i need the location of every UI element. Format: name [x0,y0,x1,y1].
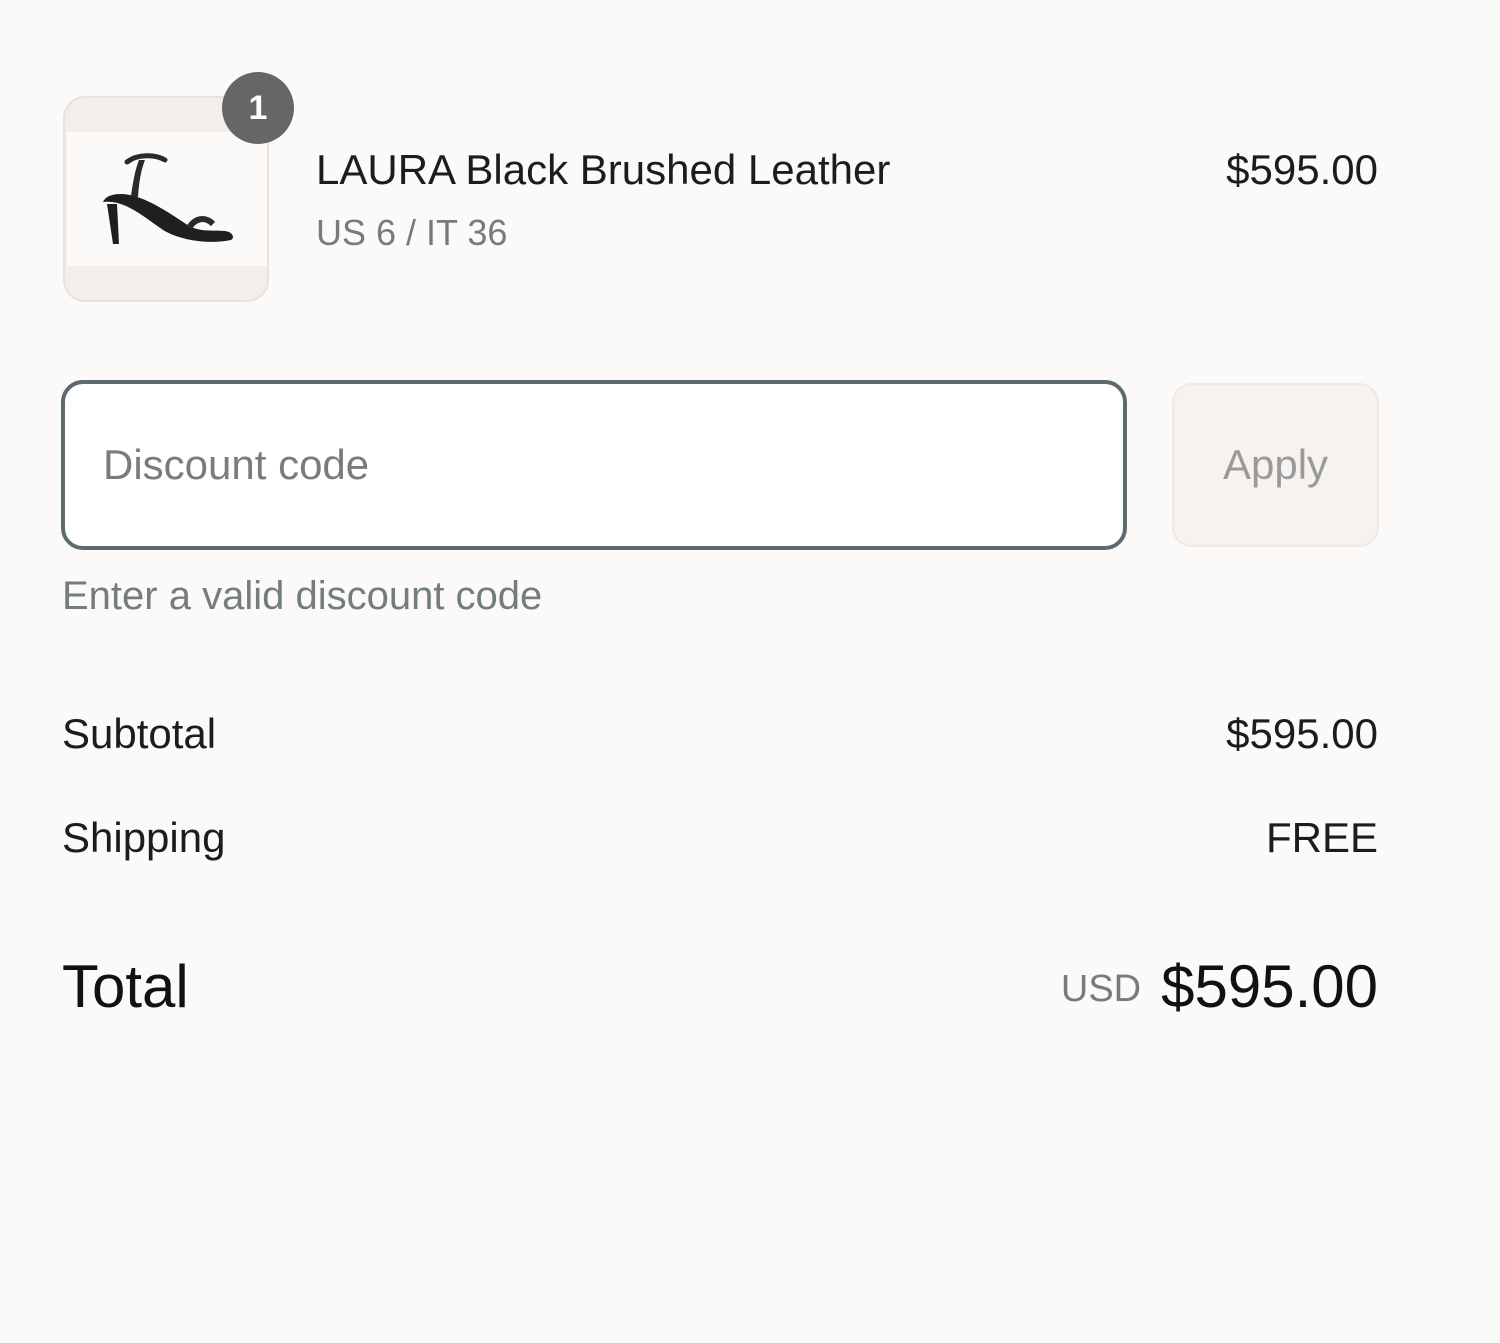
subtotal-label: Subtotal [62,710,217,757]
shipping-label: Shipping [62,814,226,861]
order-summary: 1 LAURA Black Brushed Leather US 6 / IT … [0,0,1500,1343]
currency-code: USD [1060,968,1142,1010]
sandal-icon [103,153,233,244]
product-price: $595.00 [1226,146,1378,193]
sandal-image [67,132,267,266]
total-label: Total [62,953,189,1020]
discount-code-input[interactable] [61,380,1127,550]
product-name: LAURA Black Brushed Leather [316,146,891,193]
total-amount: $595.00 [1161,953,1378,1020]
discount-error-message: Enter a valid discount code [62,574,543,618]
quantity-badge: 1 [222,72,294,144]
shipping-value: FREE [1265,814,1378,861]
total-value: USD $595.00 [1061,952,1378,1021]
product-variant: US 6 / IT 36 [316,212,508,253]
subtotal-value: $595.00 [1226,710,1378,757]
apply-discount-button[interactable]: Apply [1172,383,1379,547]
